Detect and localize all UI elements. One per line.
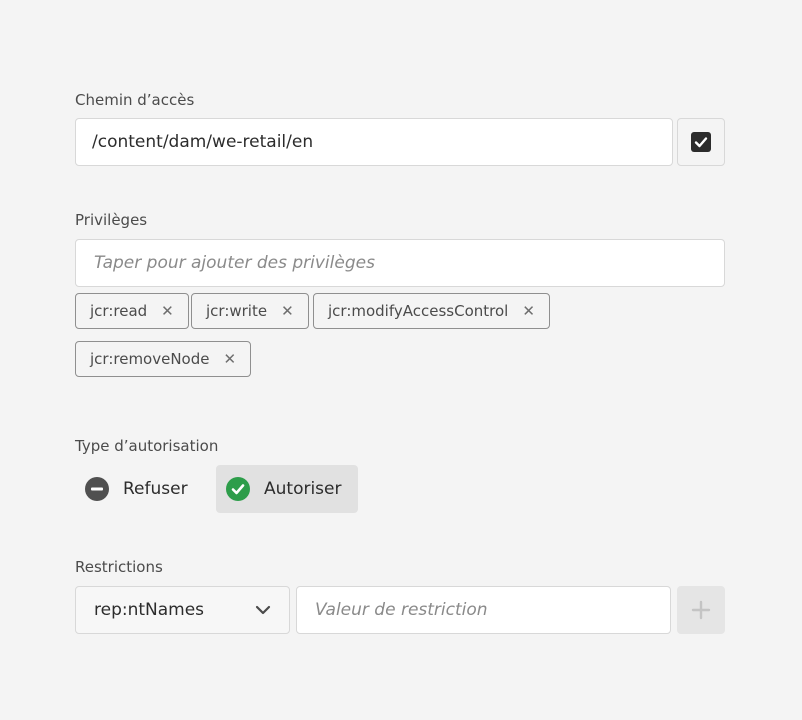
privilege-tag: jcr:removeNode ✕ xyxy=(75,341,252,377)
close-icon[interactable]: ✕ xyxy=(281,303,294,319)
close-icon[interactable]: ✕ xyxy=(223,351,236,367)
minus-circle-icon xyxy=(85,477,109,501)
privilege-tag-label: jcr:read xyxy=(90,302,148,320)
restriction-type-value: rep:ntNames xyxy=(94,600,205,620)
privilege-tag-label: jcr:removeNode xyxy=(90,350,210,368)
permission-type-label: Type d’autorisation xyxy=(75,437,219,455)
privilege-tag: jcr:modifyAccessControl ✕ xyxy=(313,293,550,329)
restriction-value-placeholder: Valeur de restriction xyxy=(315,600,488,620)
restriction-value-input[interactable]: Valeur de restriction xyxy=(296,586,671,634)
path-input-value: /content/dam/we-retail/en xyxy=(92,132,314,152)
path-input[interactable]: /content/dam/we-retail/en xyxy=(75,118,673,166)
privileges-input-placeholder: Taper pour ajouter des privilèges xyxy=(94,253,375,273)
chevron-down-icon xyxy=(255,605,271,615)
add-restriction-button[interactable] xyxy=(677,586,725,634)
privilege-tag-label: jcr:modifyAccessControl xyxy=(328,302,509,320)
checkbox-checked-icon xyxy=(691,132,711,152)
deny-option-label: Refuser xyxy=(123,479,188,499)
allow-option-label: Autoriser xyxy=(264,479,342,499)
close-icon[interactable]: ✕ xyxy=(522,303,535,319)
check-circle-icon xyxy=(226,477,250,501)
restrictions-label: Restrictions xyxy=(75,558,163,576)
restriction-type-select[interactable]: rep:ntNames xyxy=(75,586,290,634)
path-checkbox-button[interactable] xyxy=(677,118,725,166)
close-icon[interactable]: ✕ xyxy=(161,303,174,319)
plus-icon xyxy=(691,600,711,620)
privileges-label: Privilèges xyxy=(75,211,148,229)
deny-option[interactable]: Refuser xyxy=(75,465,205,513)
privileges-input[interactable]: Taper pour ajouter des privilèges xyxy=(75,239,725,287)
privilege-tag-label: jcr:write xyxy=(206,302,268,320)
privilege-tag: jcr:write ✕ xyxy=(191,293,309,329)
allow-option[interactable]: Autoriser xyxy=(216,465,358,513)
privilege-tag: jcr:read ✕ xyxy=(75,293,189,329)
path-label: Chemin d’accès xyxy=(75,91,195,109)
